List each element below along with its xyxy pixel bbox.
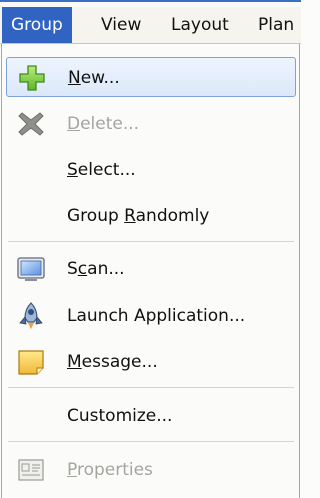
mnemonic: N	[68, 68, 81, 88]
label-rest: roperties	[76, 460, 153, 480]
mnemonic: P	[67, 460, 77, 480]
menu-view[interactable]: View	[101, 7, 141, 43]
menu-bar: Group View Layout Plan	[0, 0, 301, 44]
menu-separator	[8, 441, 294, 442]
note-icon	[16, 347, 46, 377]
menu-item-group-randomly[interactable]: Group Randomly	[6, 196, 296, 236]
menu-item-label: Properties	[67, 450, 153, 490]
label-rest: andomly	[135, 206, 210, 226]
menu-item-new[interactable]: New...	[6, 57, 296, 97]
menu-layout[interactable]: Layout	[171, 7, 229, 43]
window-accent-line	[0, 0, 301, 2]
menu-item-label: Delete...	[67, 104, 139, 144]
label-rest: ew...	[80, 68, 120, 88]
menu-item-delete[interactable]: Delete...	[6, 104, 296, 144]
label-pre: Group	[67, 206, 125, 226]
mnemonic: R	[124, 206, 136, 226]
mnemonic: S	[67, 160, 78, 180]
menu-item-customize[interactable]: Customize...	[6, 396, 296, 436]
monitor-icon	[16, 254, 46, 284]
delete-icon	[16, 109, 46, 139]
mnemonic: D	[67, 114, 81, 134]
menu-plan[interactable]: Plan	[258, 7, 294, 43]
label-pre: S	[67, 259, 78, 279]
rocket-icon	[16, 301, 46, 331]
menu-item-label: Launch Application...	[67, 306, 246, 326]
menu-item-select[interactable]: Select...	[6, 150, 296, 190]
menu-group[interactable]: Group	[2, 7, 72, 43]
menu-item-label: Group Randomly	[67, 196, 209, 236]
menu-item-label: Scan...	[67, 249, 125, 289]
menu-item-label: Customize...	[67, 406, 173, 426]
menu-separator	[8, 387, 294, 388]
menu-item-label: Select...	[67, 150, 136, 190]
mnemonic: M	[67, 352, 82, 372]
properties-icon	[16, 455, 46, 485]
menu-item-properties[interactable]: Properties	[6, 450, 296, 490]
menu-item-label: Message...	[67, 342, 158, 382]
menu-item-message[interactable]: Message...	[6, 342, 296, 382]
label-rest: elect...	[77, 160, 136, 180]
menu-item-launch-application[interactable]: Launch Application...	[6, 296, 296, 336]
menu-item-scan[interactable]: Scan...	[6, 249, 296, 289]
label-rest: elete...	[80, 114, 140, 134]
label-rest: essage...	[81, 352, 158, 372]
label-rest: an...	[87, 259, 125, 279]
menu-item-label: New...	[68, 58, 120, 98]
menu-separator	[8, 241, 294, 242]
group-dropdown-menu: New... Delete... Select... Group Randoml…	[1, 44, 300, 498]
add-icon	[17, 63, 47, 93]
mnemonic: c	[77, 259, 88, 279]
